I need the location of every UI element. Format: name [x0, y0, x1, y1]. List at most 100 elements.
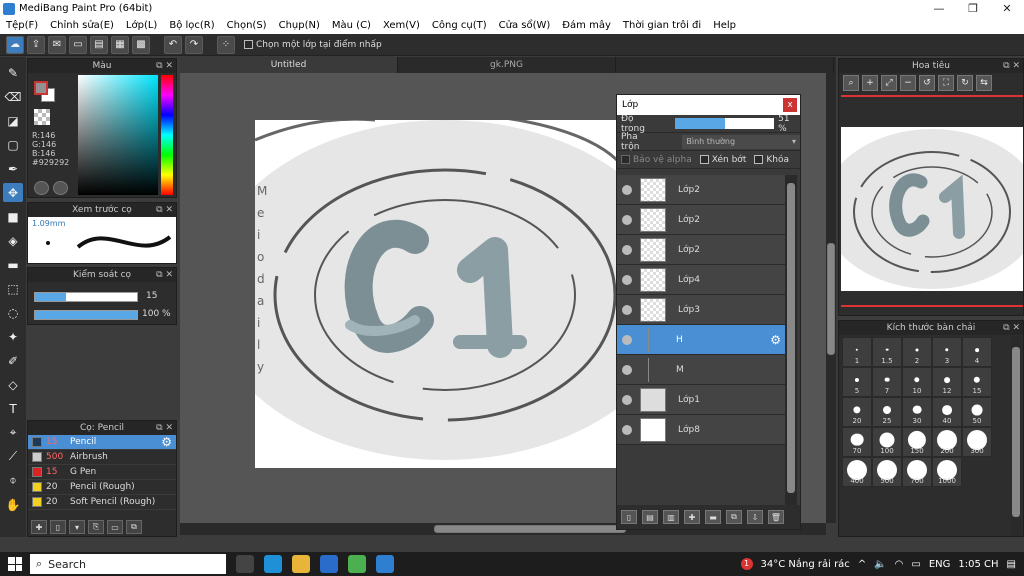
brush-size-cell[interactable]: 15: [962, 367, 992, 397]
brush-size-cell[interactable]: 500: [872, 457, 902, 487]
new-8bit-layer-icon[interactable]: ▥: [663, 510, 679, 524]
merge-down-icon[interactable]: ⇩: [747, 510, 763, 524]
brush-size-cell[interactable]: 1.5: [872, 337, 902, 367]
layer-item[interactable]: Lớp2: [617, 205, 785, 235]
tab-untitled[interactable]: Untitled: [180, 57, 398, 73]
flip-icon[interactable]: ⇆: [976, 75, 992, 91]
brush-size-cell[interactable]: 20: [842, 397, 872, 427]
layer-item[interactable]: Lớp8: [617, 415, 785, 445]
magic-wand-icon[interactable]: ✦: [3, 327, 23, 346]
panel-menu-icon[interactable]: ⧉ ✕: [156, 203, 173, 217]
menu-layer[interactable]: Lớp(L): [120, 20, 163, 31]
brush-size-cell[interactable]: 2: [902, 337, 932, 367]
brush-size-cell[interactable]: 100: [872, 427, 902, 457]
minimize-button[interactable]: —: [922, 0, 956, 17]
brush-size-scrollbar[interactable]: [1011, 337, 1021, 535]
move-tool-icon[interactable]: ✥: [3, 183, 23, 202]
new-halftone-layer-icon[interactable]: ▤: [642, 510, 658, 524]
share-icon[interactable]: ⇪: [27, 35, 45, 54]
brush-item[interactable]: 20 Soft Pencil (Rough): [28, 495, 176, 510]
file-explorer-icon[interactable]: [292, 555, 310, 573]
zoom-in-icon[interactable]: +: [862, 75, 878, 91]
visibility-icon[interactable]: [622, 364, 632, 375]
undo-icon[interactable]: ↶: [164, 35, 182, 54]
brush-item[interactable]: 500 Airbrush: [28, 450, 176, 465]
visibility-icon[interactable]: [622, 334, 632, 345]
speaker-icon[interactable]: 🔈: [874, 559, 886, 570]
bucket-tool-icon[interactable]: ◈: [3, 231, 23, 250]
pen-tool-icon[interactable]: ✒: [3, 159, 23, 178]
palette-icon[interactable]: [34, 181, 49, 195]
windows-start-icon[interactable]: [8, 557, 22, 571]
clipping-checkbox[interactable]: Xén bớt: [699, 155, 746, 165]
visibility-icon[interactable]: [622, 304, 632, 315]
layer-item[interactable]: Lớp1: [617, 385, 785, 415]
rectangle-tool-icon[interactable]: ▢: [3, 135, 23, 154]
checkbox-box[interactable]: [244, 40, 253, 49]
brush-size-slider[interactable]: [34, 292, 138, 302]
brush-size-cell[interactable]: 70: [842, 427, 872, 457]
brush-size-cell[interactable]: 7: [872, 367, 902, 397]
brush-size-cell[interactable]: 700: [902, 457, 932, 487]
menu-snap[interactable]: Chụp(N): [273, 20, 326, 31]
document-icon[interactable]: ▤: [90, 35, 108, 54]
brush-size-cell[interactable]: 4: [962, 337, 992, 367]
brush-size-cell[interactable]: 150: [902, 427, 932, 457]
rotate-left-icon[interactable]: ↺: [919, 75, 935, 91]
menu-file[interactable]: Tệp(F): [0, 20, 44, 31]
language-indicator[interactable]: ENG: [929, 559, 951, 570]
layer-item[interactable]: Lớp3: [617, 295, 785, 325]
eyedropper-icon[interactable]: ⌽: [3, 471, 23, 490]
select-rect-icon[interactable]: ⬚: [3, 279, 23, 298]
hand-tool-icon[interactable]: ✋: [3, 495, 23, 514]
menu-cloud[interactable]: Đám mây: [556, 20, 617, 31]
menu-color[interactable]: Màu (C): [326, 20, 377, 31]
panel-menu-icon[interactable]: ⧉ ✕: [1003, 59, 1020, 73]
comment-icon[interactable]: ✉: [48, 35, 66, 54]
chevron-up-icon[interactable]: ^: [858, 559, 866, 570]
brush-item[interactable]: 20 Pencil (Rough): [28, 480, 176, 495]
visibility-icon[interactable]: [622, 394, 632, 405]
redo-icon[interactable]: ↷: [185, 35, 203, 54]
select-eraser-icon[interactable]: ◇: [3, 375, 23, 394]
brush-size-cell[interactable]: 30: [902, 397, 932, 427]
menu-help[interactable]: Help: [707, 20, 742, 31]
brush-size-cell[interactable]: 1: [842, 337, 872, 367]
menu-select[interactable]: Chọn(S): [221, 20, 273, 31]
protect-alpha-checkbox[interactable]: Bảo vệ alpha: [621, 155, 692, 165]
layer-item[interactable]: M: [617, 355, 785, 385]
wifi-icon[interactable]: ◠: [895, 559, 904, 570]
fit-icon[interactable]: ⤢: [881, 75, 897, 91]
layer-scrollbar[interactable]: [785, 175, 797, 505]
task-view-icon[interactable]: [236, 555, 254, 573]
weather-text[interactable]: 34°C Nắng rải rác: [761, 559, 850, 570]
brush-size-cell[interactable]: 400: [842, 457, 872, 487]
delete-layer-icon[interactable]: 🗑: [768, 510, 784, 524]
menu-window[interactable]: Cửa sổ(W): [493, 20, 557, 31]
new-layer-icon[interactable]: ▯: [621, 510, 637, 524]
gear-icon[interactable]: ⚙: [161, 435, 172, 449]
brush-size-cell[interactable]: 10: [902, 367, 932, 397]
eyedropper-color-icon[interactable]: [53, 181, 68, 195]
operation-tool-icon[interactable]: ⌖: [3, 423, 23, 442]
menu-edit[interactable]: Chỉnh sửa(E): [44, 20, 120, 31]
zoom-icon[interactable]: ⌕: [843, 75, 859, 91]
layer-item[interactable]: Lớp2: [617, 175, 785, 205]
brush-size-cell[interactable]: 3: [932, 337, 962, 367]
grid-icon[interactable]: ▩: [132, 35, 150, 54]
layer-item[interactable]: H ⚙: [617, 325, 785, 355]
zoom-out-icon[interactable]: −: [900, 75, 916, 91]
panel-menu-icon[interactable]: ⧉ ✕: [156, 268, 173, 282]
brush-size-cell[interactable]: 50: [962, 397, 992, 427]
layer-opacity-slider[interactable]: [674, 118, 775, 129]
hue-slider[interactable]: [161, 75, 173, 195]
navigator-preview[interactable]: [841, 127, 1023, 291]
select-layer-checkbox[interactable]: Chọn một lớp tại điểm nhấp: [244, 40, 382, 50]
visibility-icon[interactable]: [622, 424, 632, 435]
checkbox-box[interactable]: [621, 155, 630, 164]
deselect-icon[interactable]: ⁘: [217, 35, 235, 54]
brush-size-cell[interactable]: 300: [962, 427, 992, 457]
foreground-color-swatch[interactable]: [34, 81, 48, 95]
actual-size-icon[interactable]: ⛶: [938, 75, 954, 91]
rotate-right-icon[interactable]: ↻: [957, 75, 973, 91]
